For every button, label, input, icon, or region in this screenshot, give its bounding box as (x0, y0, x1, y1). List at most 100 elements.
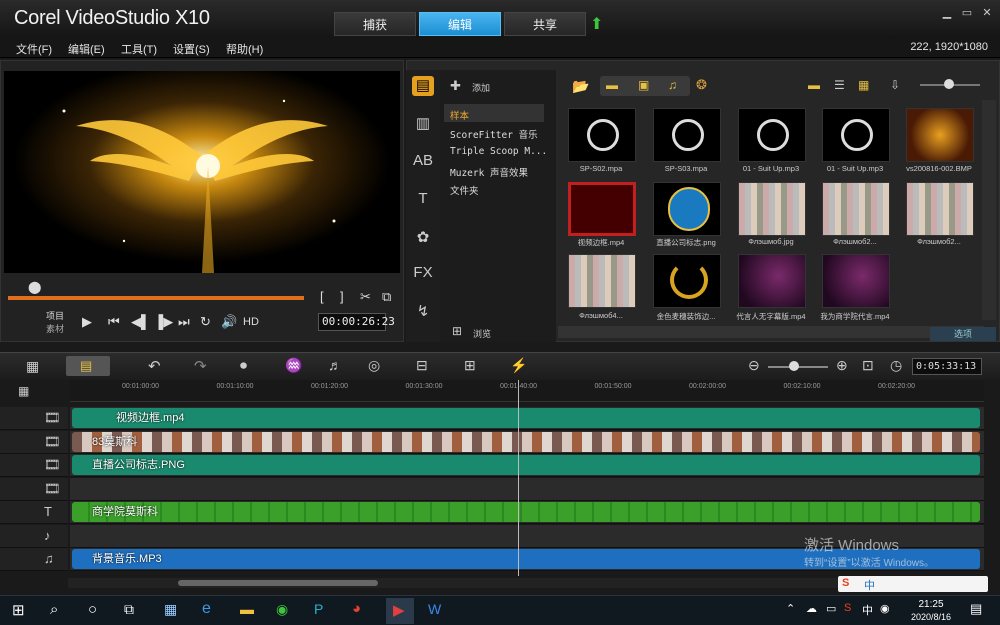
library-vscroll[interactable] (982, 100, 996, 320)
timeline-playhead[interactable] (518, 380, 519, 576)
prev-frame-icon[interactable]: ◀▌ (131, 314, 150, 330)
menu-help[interactable]: 帮助(H) (226, 41, 263, 57)
view-list-icon[interactable]: ☰ (834, 78, 845, 92)
play-icon[interactable]: ▶ (82, 314, 92, 330)
library-thumbnail[interactable] (822, 254, 890, 308)
library-thumbnail[interactable] (738, 108, 806, 162)
library-thumbnail[interactable] (906, 182, 974, 236)
library-thumbnail[interactable] (822, 108, 890, 162)
track-header[interactable]: 🎞 (0, 454, 68, 477)
auto-music-icon[interactable]: ♬ (328, 357, 342, 373)
app-p-icon[interactable]: P (314, 601, 323, 617)
repeat-icon[interactable]: ↻ (200, 314, 211, 330)
chrome-app-icon[interactable]: ◕ (352, 600, 361, 617)
browse-icon[interactable]: ⊞ (452, 324, 462, 338)
calculator-app-icon[interactable]: ▦ (164, 601, 177, 618)
mark-out-icon[interactable]: ] (340, 289, 344, 304)
timecode-field[interactable]: 00:00:26:23 (318, 313, 395, 331)
mode-project[interactable]: 项目 (46, 309, 64, 322)
library-thumbnail[interactable] (653, 182, 721, 236)
playhead-marker-icon[interactable]: ⬤ (28, 280, 41, 294)
storyboard-view-icon[interactable]: ▦ (26, 358, 39, 375)
timeline-zoom-handle[interactable] (789, 361, 799, 371)
minimize-button[interactable]: ▁ (938, 6, 956, 20)
track-row[interactable] (70, 477, 984, 501)
start-icon[interactable]: ⊞ (12, 601, 25, 619)
menu-edit[interactable]: 编辑(E) (68, 41, 105, 57)
filter-photo-icon[interactable]: ▣ (638, 78, 649, 92)
timeline-clip[interactable]: 83莫斯科 (72, 431, 980, 452)
search-icon[interactable]: ⌕ (50, 601, 58, 618)
library-thumbnail[interactable] (738, 182, 806, 236)
close-button[interactable]: ✕ (978, 6, 996, 20)
tray-wechat-icon[interactable]: ◉ (880, 602, 890, 615)
folder-item[interactable]: 文件夹 (450, 183, 479, 197)
wps-app-icon[interactable]: W (428, 601, 441, 617)
library-hscroll[interactable] (558, 326, 984, 338)
view-thumbnail-icon[interactable]: ▬ (808, 78, 820, 92)
track-header[interactable]: ♪ (0, 524, 68, 548)
motion-tracking-icon[interactable]: ◎ (368, 357, 380, 374)
tray-cloud-icon[interactable]: ☁ (806, 602, 817, 615)
track-header[interactable]: T (0, 501, 68, 524)
tab-edit[interactable]: 编辑 (419, 12, 501, 36)
mode-clip[interactable]: 素材 (46, 322, 64, 335)
tray-sogou-icon[interactable]: S (844, 602, 851, 614)
next-frame-icon[interactable]: ▐▶ (154, 314, 173, 330)
network-icon[interactable]: ▭ (826, 602, 836, 615)
library-thumbnail[interactable] (906, 108, 974, 162)
timeline-clip[interactable]: 商学院莫斯科 (72, 502, 980, 522)
filter-audio-icon[interactable]: ♫ (668, 78, 677, 92)
timeline-hscroll-thumb[interactable] (178, 580, 378, 586)
end-icon[interactable]: ⏭ (178, 314, 190, 330)
instant-project-icon[interactable]: ▥ (412, 114, 434, 134)
motion-path-icon[interactable]: ↯ (412, 302, 434, 322)
folder-item[interactable]: Triple Scoop M... (450, 146, 547, 157)
time-remapping-icon[interactable]: ⚡ (510, 357, 527, 374)
media-icon[interactable]: ▤ (412, 76, 434, 96)
filter-video-icon[interactable]: ▬ (606, 78, 618, 92)
tray-overflow-icon[interactable]: ⌃ (786, 602, 795, 615)
online-media-icon[interactable]: ❂ (696, 77, 707, 93)
ime-toolbar[interactable] (838, 576, 988, 592)
library-thumbnail[interactable] (653, 254, 721, 308)
folder-open-icon[interactable]: 📂 (572, 78, 589, 95)
hd-toggle[interactable]: HD (243, 316, 259, 328)
zoom-out-icon[interactable]: ⊖ (748, 357, 760, 374)
ime-mode[interactable]: 中 (864, 577, 875, 593)
notification-icon[interactable]: ▤ (970, 601, 982, 617)
track-header[interactable]: 🎞 (0, 407, 68, 430)
folder-item[interactable]: Muzerk 声音效果 (450, 165, 528, 179)
options-button[interactable]: 选项 (930, 327, 996, 341)
task-view-icon[interactable]: ⧉ (124, 601, 134, 618)
folder-item[interactable]: 样本 (450, 108, 469, 122)
track-header[interactable]: ♫ (0, 548, 68, 571)
cortana-icon[interactable]: ○ (88, 601, 97, 618)
scrub-bar[interactable] (8, 296, 304, 300)
folder-item[interactable]: ScoreFitter 音乐 (450, 127, 538, 141)
menu-file[interactable]: 文件(F) (16, 41, 52, 57)
add-label[interactable]: 添加 (472, 81, 490, 94)
subtitle-editor-icon[interactable]: ⊟ (416, 357, 428, 374)
upload-arrow-icon[interactable]: ⬆ (590, 14, 606, 33)
taskbar-date[interactable]: 2020/8/16 (904, 612, 958, 622)
library-thumbnail[interactable] (568, 254, 636, 308)
undo-icon[interactable]: ↶ (148, 357, 161, 375)
mark-in-icon[interactable]: [ (320, 289, 324, 304)
fx-icon[interactable]: FX (412, 264, 434, 284)
resize-icon[interactable]: ⧉ (382, 289, 391, 305)
edge-app-icon[interactable]: e (202, 600, 211, 618)
tray-ime-mode[interactable]: 中 (862, 602, 873, 618)
home-icon[interactable]: ⏮ (108, 314, 120, 330)
track-header[interactable]: 🎞 (0, 477, 68, 501)
library-thumbnail[interactable] (653, 108, 721, 162)
tab-share[interactable]: 共享 (504, 12, 586, 36)
graphics-icon[interactable]: ✿ (412, 228, 434, 248)
volume-icon[interactable]: 🔊 (221, 314, 237, 330)
transition-icon[interactable]: AB (412, 152, 434, 172)
library-thumbnail[interactable] (568, 182, 636, 236)
zoom-in-icon[interactable]: ⊕ (836, 357, 848, 374)
menu-tools[interactable]: 工具(T) (121, 41, 157, 57)
track-manager-icon[interactable]: ▦ (18, 384, 29, 398)
timeline-clip[interactable]: 视频边框.mp4 (72, 408, 980, 428)
